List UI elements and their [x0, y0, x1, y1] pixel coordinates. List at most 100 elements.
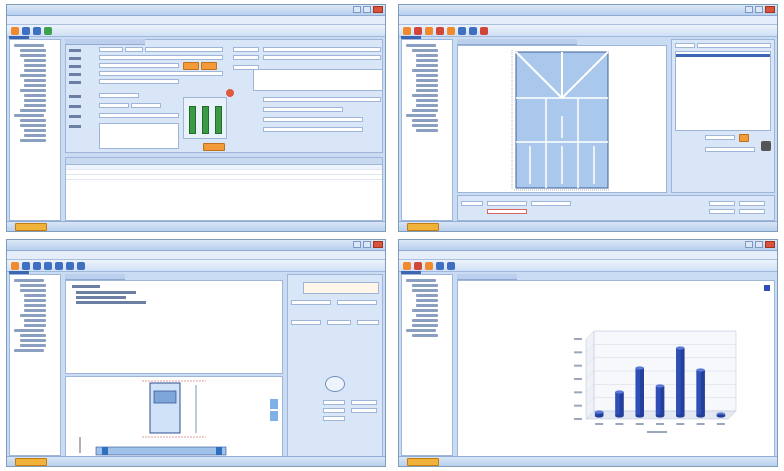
detail-field[interactable] [461, 201, 483, 206]
minimize-icon[interactable] [353, 6, 361, 13]
toolbar-icon[interactable] [480, 27, 488, 35]
close-icon[interactable] [373, 6, 383, 13]
start-button-icon[interactable] [15, 458, 47, 466]
minimize-icon[interactable] [745, 241, 753, 248]
start-button-icon[interactable] [407, 458, 439, 466]
close-icon[interactable] [765, 241, 775, 248]
maximize-icon[interactable] [363, 241, 371, 248]
toolbar-icon[interactable] [33, 262, 41, 270]
toolbar-icon[interactable] [44, 27, 52, 35]
project-tree[interactable] [401, 274, 453, 456]
prop-field[interactable] [351, 408, 377, 413]
toolbar-icon[interactable] [469, 27, 477, 35]
detail-field[interactable] [487, 209, 527, 214]
form-field[interactable] [99, 47, 123, 52]
maximize-icon[interactable] [755, 6, 763, 13]
notes-field[interactable] [99, 123, 179, 149]
toolbar-icon[interactable] [44, 262, 52, 270]
prop-field[interactable] [291, 320, 321, 325]
form-field[interactable] [99, 71, 223, 76]
prop-field[interactable] [323, 416, 345, 421]
toolbar-icon[interactable] [33, 27, 41, 35]
layout-canvas[interactable] [457, 45, 667, 193]
prop-field[interactable] [705, 147, 755, 152]
prop-field[interactable] [323, 400, 345, 405]
detail-field[interactable] [709, 201, 735, 206]
detail-field[interactable] [739, 209, 765, 214]
form-field[interactable] [99, 79, 179, 84]
app-orb-icon[interactable] [403, 27, 411, 35]
warning-icon[interactable] [226, 89, 234, 97]
detail-field[interactable] [531, 201, 571, 206]
detail-field[interactable] [487, 201, 527, 206]
preview-icon[interactable] [325, 376, 345, 392]
toolbar-icon[interactable] [458, 27, 466, 35]
form-tabs[interactable] [65, 39, 145, 45]
form-field[interactable] [263, 107, 343, 112]
toolbar-icon[interactable] [447, 27, 455, 35]
action-button[interactable] [201, 62, 217, 70]
form-field[interactable] [263, 55, 381, 60]
action-button[interactable] [183, 62, 199, 70]
maximize-icon[interactable] [363, 6, 371, 13]
project-tree[interactable] [401, 39, 453, 221]
form-field[interactable] [145, 47, 223, 52]
prop-field[interactable] [705, 135, 735, 140]
project-tree[interactable] [9, 274, 61, 456]
app-orb-icon[interactable] [11, 262, 19, 270]
app-orb-icon[interactable] [11, 27, 19, 35]
start-button-icon[interactable] [15, 223, 47, 231]
close-icon[interactable] [373, 241, 383, 248]
data-grid[interactable] [65, 157, 383, 221]
swatch-strip[interactable] [303, 282, 379, 294]
toolbar-icon[interactable] [55, 262, 63, 270]
form-field[interactable] [99, 93, 139, 98]
toolbar-icon[interactable] [77, 262, 85, 270]
prop-field[interactable] [327, 320, 351, 325]
properties-list[interactable] [675, 51, 771, 131]
close-icon[interactable] [765, 6, 775, 13]
toolbar-icon[interactable] [22, 262, 30, 270]
toolbar-icon[interactable] [414, 27, 422, 35]
prop-field[interactable] [697, 43, 771, 48]
form-field[interactable] [263, 117, 363, 122]
minimize-icon[interactable] [353, 241, 361, 248]
form-field[interactable] [263, 127, 363, 132]
toolbar-icon[interactable] [425, 262, 433, 270]
form-field[interactable] [99, 63, 179, 68]
app-orb-icon[interactable] [403, 262, 411, 270]
ok-button[interactable] [203, 143, 225, 151]
form-field[interactable] [263, 97, 381, 102]
prop-field[interactable] [357, 320, 379, 325]
prop-field[interactable] [351, 400, 377, 405]
toolbar-icon[interactable] [425, 27, 433, 35]
form-field[interactable] [125, 47, 143, 52]
prop-field[interactable] [323, 408, 345, 413]
toolbar-icon[interactable] [22, 27, 30, 35]
prop-field[interactable] [337, 300, 377, 305]
maximize-icon[interactable] [755, 241, 763, 248]
form-field[interactable] [233, 47, 259, 52]
sub-grid[interactable] [253, 69, 383, 91]
detail-field[interactable] [709, 209, 735, 214]
form-field[interactable] [263, 47, 381, 52]
form-field[interactable] [131, 103, 161, 108]
detail-field[interactable] [739, 201, 765, 206]
form-field[interactable] [99, 55, 223, 60]
form-field[interactable] [233, 55, 259, 60]
start-button-icon[interactable] [407, 223, 439, 231]
prop-field[interactable] [675, 43, 695, 48]
prop-field[interactable] [291, 300, 331, 305]
toolbar-icon[interactable] [436, 27, 444, 35]
minimize-icon[interactable] [745, 6, 753, 13]
toolbar-icon[interactable] [66, 262, 74, 270]
apply-button[interactable] [739, 134, 749, 142]
toolbar-icon[interactable] [447, 262, 455, 270]
form-field[interactable] [99, 103, 129, 108]
toolbar-icon[interactable] [436, 262, 444, 270]
form-field[interactable] [99, 113, 179, 118]
project-tree[interactable] [9, 39, 61, 221]
preview-icon[interactable] [761, 141, 771, 151]
toolbar-icon[interactable] [414, 262, 422, 270]
schematic-canvas[interactable] [65, 376, 283, 460]
